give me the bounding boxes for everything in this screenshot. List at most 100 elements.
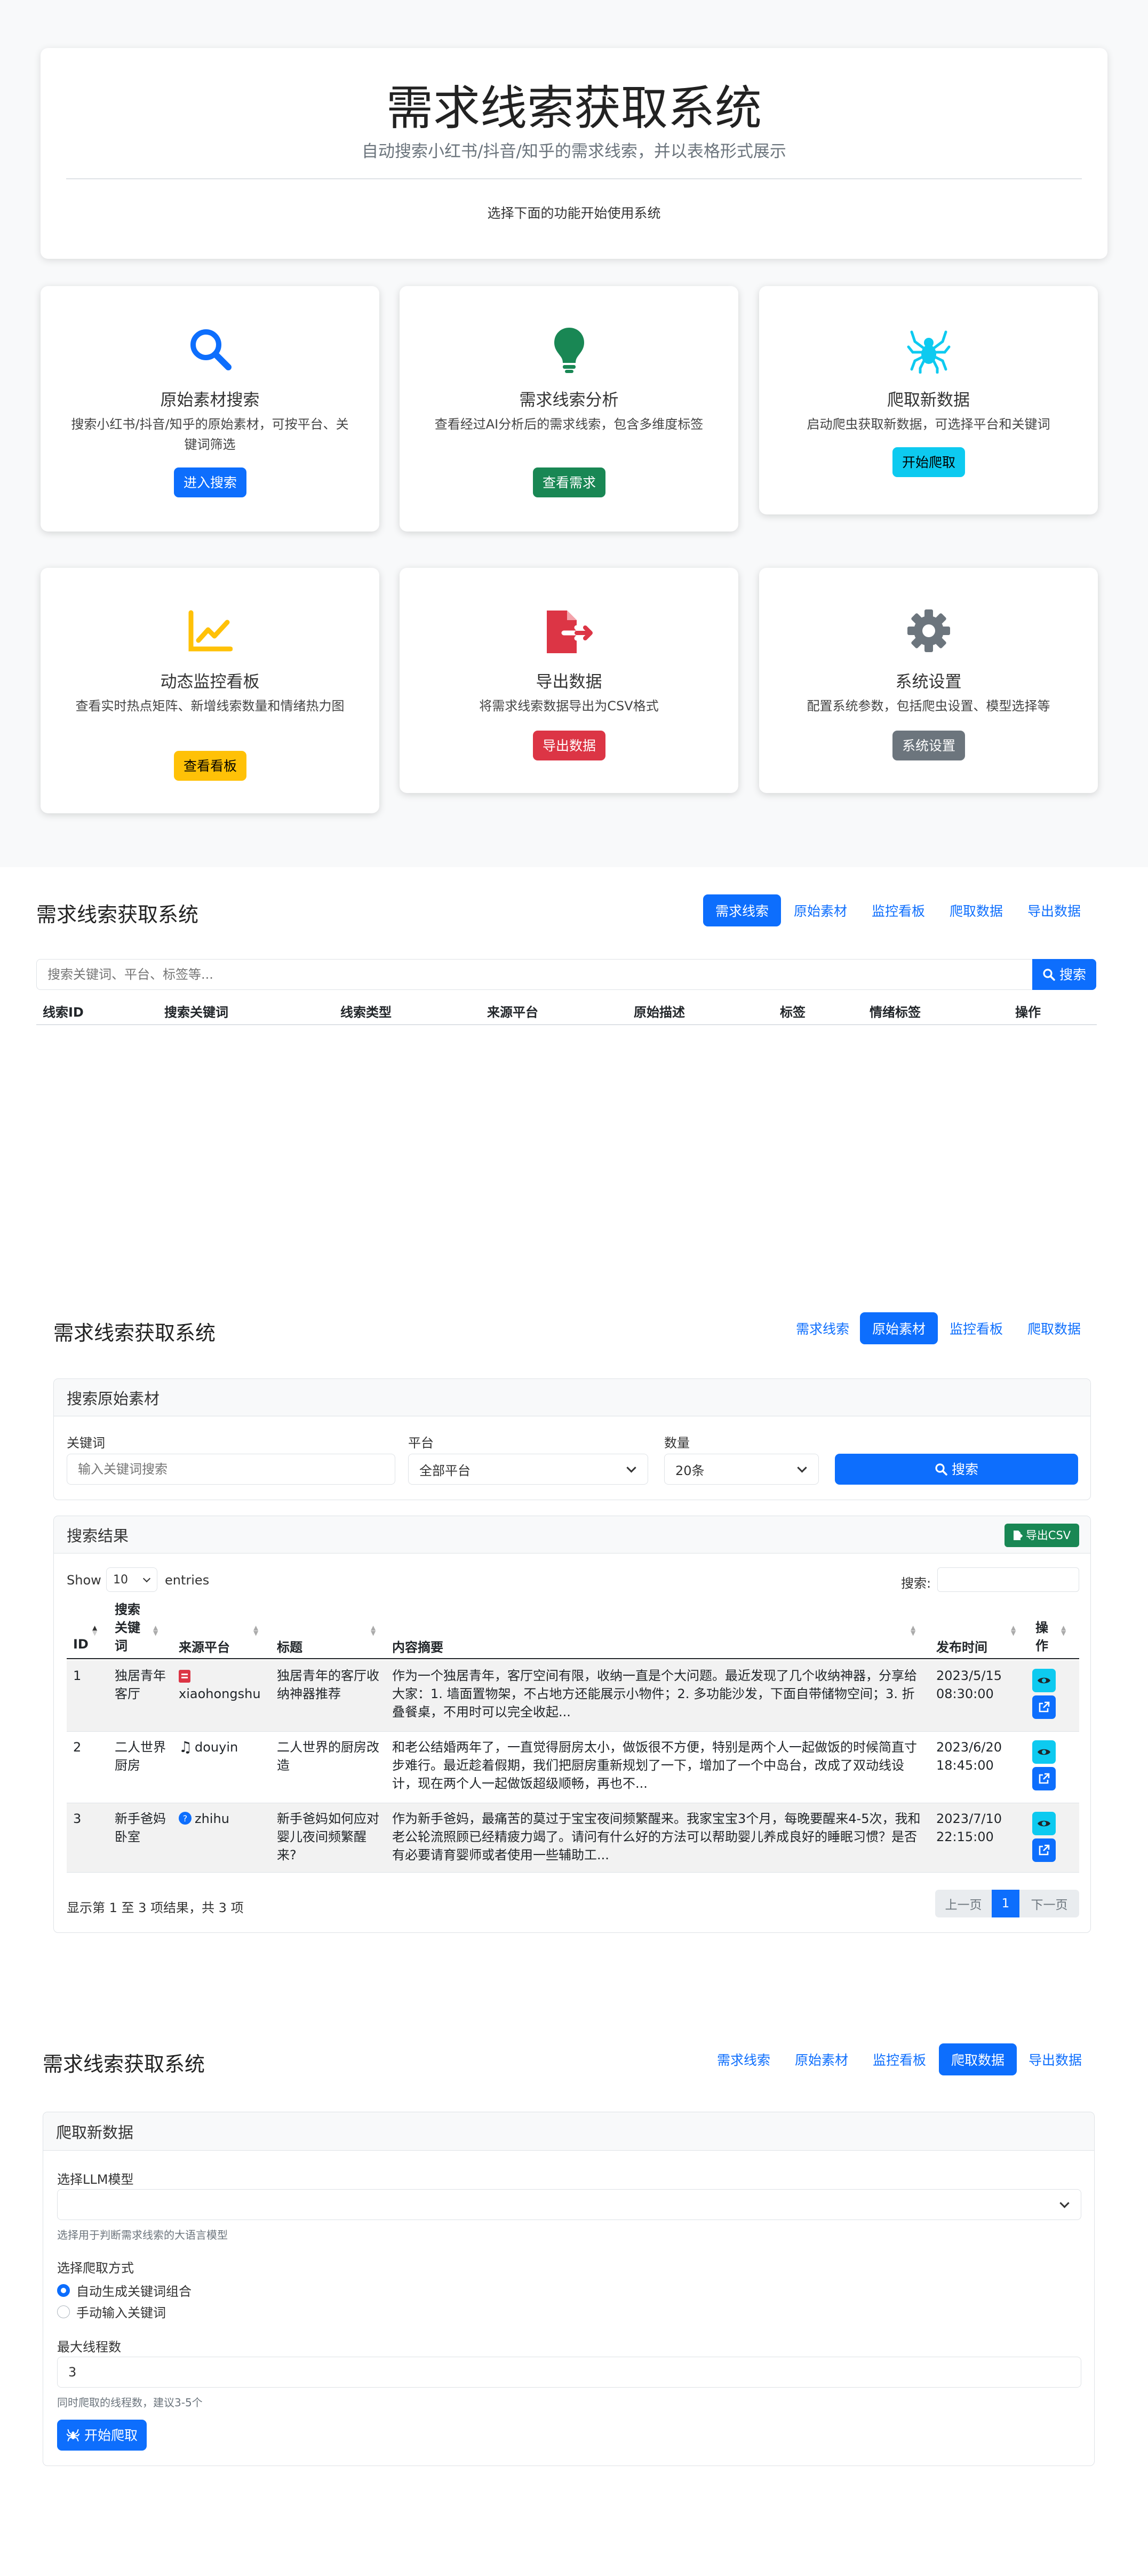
count-select-value: 20条 — [675, 1463, 705, 1478]
navbar-brand[interactable]: 需求线索获取系统 — [53, 1317, 216, 1346]
raw-search-button[interactable]: 搜索 — [835, 1454, 1078, 1485]
view-leads-button[interactable]: 查看需求 — [533, 467, 605, 497]
nav-leads[interactable]: 需求线索 — [706, 2043, 781, 2075]
chevron-down-icon — [1059, 2198, 1070, 2208]
search-icon — [190, 329, 232, 370]
enter-search-button[interactable]: 进入搜索 — [174, 467, 246, 497]
nav-raw[interactable]: 原始素材 — [783, 894, 858, 926]
file-export-icon — [546, 611, 593, 653]
export-csv-button[interactable]: 导出CSV — [1004, 1524, 1079, 1547]
nav-raw[interactable]: 原始素材 — [860, 1312, 938, 1344]
open-link-button[interactable] — [1032, 1767, 1056, 1790]
nav-dashboard[interactable]: 监控看板 — [939, 1312, 1014, 1344]
sort-icon: ▲ ▼ — [911, 1624, 916, 1637]
radio-checked[interactable] — [57, 2284, 70, 2297]
llm-select[interactable] — [57, 2189, 1081, 2220]
threads-input[interactable]: 3 — [57, 2357, 1081, 2388]
nav-export[interactable]: 导出数据 — [1018, 2043, 1093, 2075]
results-panel-header: 搜索结果 — [54, 1516, 1090, 1553]
settings-button[interactable]: 系统设置 — [892, 731, 965, 760]
start-crawl-button[interactable]: 开始爬取 — [57, 2420, 147, 2451]
table-search-input[interactable] — [937, 1567, 1079, 1592]
view-button[interactable] — [1032, 1740, 1056, 1764]
leads-section: 需求线索获取系统 需求线索 原始素材 监控看板 爬取数据 导出数据 搜索 线索I… — [0, 867, 1148, 1283]
show-label: Show — [67, 1573, 101, 1588]
table-row: 2 二人世界 厨房 ♫ douyin 二人世界的厨房改造 和老公结婚两年了，一直… — [67, 1732, 1079, 1803]
view-button[interactable] — [1032, 1669, 1056, 1692]
sort-icon: ▲ ▼ — [153, 1624, 158, 1637]
open-link-button[interactable] — [1032, 1695, 1056, 1719]
hero-panel: 需求线索获取系统 自动搜索小红书/抖音/知乎的需求线索，并以表格形式展示 选择下… — [41, 48, 1107, 259]
cell-summary: 作为新手爸妈，最痛苦的莫过于宝宝夜间频繁醒来。我家宝宝3个月，每晚要醒来4-5次… — [392, 1811, 921, 1862]
next-page-button[interactable]: 下一页 — [1019, 1890, 1079, 1917]
raw-section: 需求线索获取系统 需求线索 原始素材 监控看板 爬取数据 搜索原始素材 关键词 … — [0, 1283, 1148, 1972]
crawl-section: 需求线索获取系统 需求线索 原始素材 监控看板 爬取数据 导出数据 爬取新数据 … — [0, 1972, 1148, 2576]
count-select[interactable]: 20条 — [664, 1454, 819, 1485]
page-subtitle: 自动搜索小红书/抖音/知乎的需求线索，并以表格形式展示 — [362, 142, 786, 161]
nav-crawl[interactable]: 爬取数据 — [939, 2043, 1017, 2075]
col-keyword: 搜索关键词 — [164, 1005, 228, 1020]
cell-platform: zhihu — [195, 1811, 229, 1826]
mode-manual-option[interactable]: 手动输入关键词 — [57, 2302, 166, 2321]
col-tags: 标签 — [780, 1005, 806, 1020]
page-length-select[interactable]: 10 — [106, 1567, 157, 1592]
radio-unchecked[interactable] — [57, 2305, 70, 2318]
external-link-icon — [1039, 1701, 1050, 1713]
start-crawl-button[interactable]: 开始爬取 — [892, 447, 965, 477]
chart-line-icon — [188, 610, 233, 652]
navbar-brand[interactable]: 需求线索获取系统 — [36, 898, 198, 928]
cell-time: 2023/6/20 18:45:00 — [936, 1740, 1002, 1773]
nav-dashboard[interactable]: 监控看板 — [861, 894, 936, 926]
sort-icon: ▲ ▼ — [371, 1624, 376, 1637]
llm-help: 选择用于判断需求线索的大语言模型 — [57, 2229, 228, 2241]
llm-label: 选择LLM模型 — [57, 2172, 134, 2187]
cell-title: 新手爸妈如何应对婴儿夜间频繁醒来? — [277, 1811, 379, 1862]
open-link-button[interactable] — [1032, 1838, 1056, 1862]
col-time: 发布时间 — [936, 1640, 987, 1655]
leads-search-input[interactable] — [36, 959, 1033, 990]
view-button[interactable] — [1032, 1812, 1056, 1835]
mode-auto-option[interactable]: 自动生成关键词组合 — [57, 2281, 192, 2300]
page-1-button[interactable]: 1 — [992, 1890, 1019, 1917]
xiaohongshu-icon — [179, 1670, 190, 1683]
chevron-down-icon — [142, 1574, 151, 1583]
navbar-brand[interactable]: 需求线索获取系统 — [43, 2048, 205, 2077]
nav-crawl[interactable]: 爬取数据 — [939, 894, 1014, 926]
entries-label: entries — [165, 1573, 210, 1588]
hero-divider — [66, 178, 1082, 179]
export-data-button[interactable]: 导出数据 — [533, 731, 605, 760]
col-actions: 操作 — [1015, 1005, 1041, 1020]
cell-platform: douyin — [195, 1740, 238, 1755]
threads-label: 最大线程数 — [57, 2340, 121, 2355]
count-label: 数量 — [664, 1436, 690, 1451]
nav-export[interactable]: 导出数据 — [1017, 894, 1091, 926]
nav-dashboard[interactable]: 监控看板 — [862, 2043, 937, 2075]
col-keyword: 搜索关键词 — [115, 1602, 140, 1653]
keyword-label: 关键词 — [67, 1436, 105, 1451]
spider-icon — [907, 330, 950, 374]
platform-label: 平台 — [408, 1436, 434, 1451]
nav-raw[interactable]: 原始素材 — [784, 2043, 859, 2075]
sort-icon: ▲ ▼ — [1061, 1624, 1066, 1637]
col-summary: 内容摘要 — [392, 1640, 443, 1655]
mode-manual-label: 手动输入关键词 — [76, 2305, 166, 2320]
leads-search-button[interactable]: 搜索 — [1032, 959, 1096, 990]
prev-page-button[interactable]: 上一页 — [935, 1890, 992, 1917]
view-dashboard-button[interactable]: 查看看板 — [174, 751, 246, 781]
cell-summary: 和老公结婚两年了，一直觉得厨房太小，做饭很不方便，特别是两个人一起做饭的时候简直… — [392, 1740, 917, 1791]
feature-card-raw-search: 原始素材搜索 搜索小红书/抖音/知乎的原始素材，可按平台、关键词筛选 进入搜索 — [41, 286, 379, 532]
card-title: 爬取新数据 — [887, 391, 970, 410]
cell-platform: xiaohongshu — [179, 1686, 261, 1701]
card-desc: 将需求线索数据导出为CSV格式 — [479, 699, 659, 714]
nav-crawl[interactable]: 爬取数据 — [1017, 1312, 1091, 1344]
keyword-input[interactable] — [67, 1454, 395, 1485]
nav-leads[interactable]: 需求线索 — [785, 1312, 860, 1344]
cell-keyword: 二人世界 厨房 — [115, 1740, 166, 1773]
table-row: 1 独居青年 客厅 xiaohongshu 独居青年的客厅收纳神器推荐 作为一个… — [67, 1660, 1079, 1732]
col-lead-type: 线索类型 — [340, 1005, 392, 1020]
nav-leads[interactable]: 需求线索 — [703, 894, 781, 926]
col-platform: 来源平台 — [179, 1640, 230, 1655]
feature-card-settings: 系统设置 配置系统参数，包括爬虫设置、模型选择等 系统设置 — [759, 568, 1098, 793]
col-sentiment: 情绪标签 — [870, 1005, 921, 1020]
platform-select[interactable]: 全部平台 — [408, 1454, 648, 1485]
